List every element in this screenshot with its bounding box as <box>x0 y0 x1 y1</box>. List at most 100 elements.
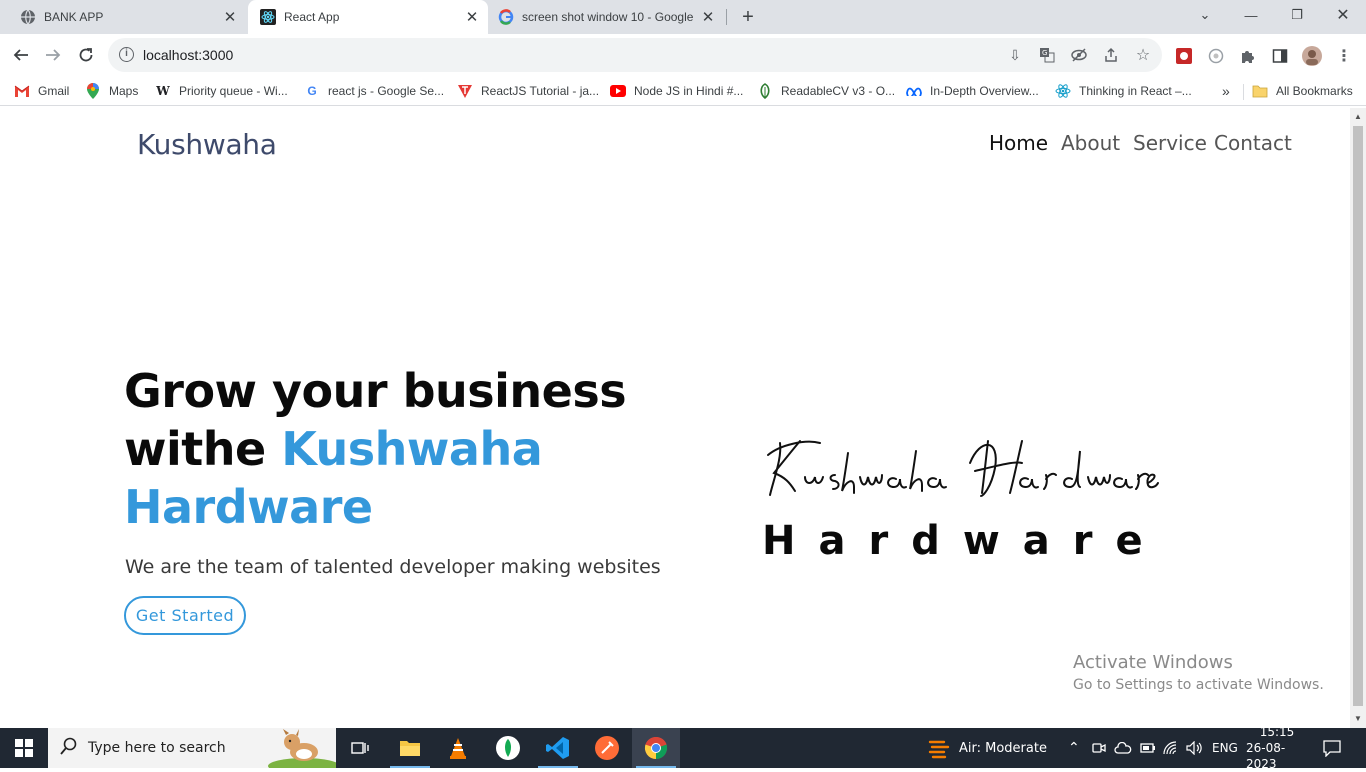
translate-icon[interactable]: G <box>1038 47 1056 63</box>
dog-search-highlight-icon <box>268 729 336 768</box>
search-icon <box>60 737 80 760</box>
minimize-button[interactable]: ― <box>1228 0 1274 30</box>
weather-widget[interactable]: Air: Moderate <box>928 728 1047 768</box>
bookmark-reactjs-tutorial[interactable]: ReactJS Tutorial - ja... <box>457 82 599 100</box>
get-started-button[interactable]: Get Started <box>124 596 246 635</box>
forward-arrow-icon <box>46 49 61 61</box>
install-app-icon[interactable]: ⇩ <box>1006 47 1024 63</box>
taskbar-search-placeholder: Type here to search <box>88 740 226 756</box>
hero-line-1: Grow your business <box>124 364 627 418</box>
start-button[interactable] <box>0 728 48 768</box>
bookmark-label: Gmail <box>38 84 70 98</box>
page-scrollbar[interactable]: ▲ ▼ <box>1350 108 1366 728</box>
back-arrow-icon <box>13 49 28 61</box>
hero-subtitle: We are the team of talented developer ma… <box>125 556 661 578</box>
nav-home[interactable]: Home <box>989 131 1048 155</box>
bookmark-maps[interactable]: Maps <box>85 82 138 100</box>
page-viewport: Kushwaha Home About Service Contact Grow… <box>0 108 1350 728</box>
bookmark-label: ReactJS Tutorial - ja... <box>481 84 600 98</box>
bookmark-in-depth-overview[interactable]: In-Depth Overview... <box>906 82 1039 100</box>
input-language[interactable]: ENG <box>1212 728 1238 768</box>
nav-service[interactable]: Service <box>1133 131 1207 155</box>
bookmark-gmail[interactable]: Gmail <box>14 82 69 100</box>
folder-icon <box>400 741 420 756</box>
bookmark-readablecv[interactable]: ReadableCV v3 - O... <box>757 82 895 100</box>
back-button[interactable] <box>8 42 34 68</box>
tpoint-icon <box>457 83 473 99</box>
react-icon <box>260 9 276 25</box>
clock-date: 26-08-2023 <box>1246 741 1286 771</box>
onedrive-icon[interactable] <box>1114 728 1132 768</box>
bookmark-nodejs-hindi[interactable]: Node JS in Hindi #... <box>610 82 743 100</box>
browser-toolbar: i localhost:3000 ⇩ G ☆ <box>0 34 1366 76</box>
battery-icon[interactable] <box>1140 728 1156 768</box>
extensions-puzzle-icon[interactable] <box>1238 46 1258 66</box>
scrollbar-thumb[interactable] <box>1353 126 1363 706</box>
url-text[interactable]: localhost:3000 <box>143 47 233 63</box>
notification-center-button[interactable] <box>1322 728 1342 768</box>
taskbar-file-explorer[interactable] <box>386 728 434 768</box>
volume-icon[interactable] <box>1186 728 1204 768</box>
close-window-button[interactable]: ✕ <box>1320 0 1366 30</box>
watermark-subtitle: Go to Settings to activate Windows. <box>1073 677 1324 693</box>
chrome-menu-icon[interactable]: ⋮ <box>1334 46 1354 66</box>
more-bookmarks-button[interactable]: » <box>1222 82 1230 100</box>
forward-button[interactable] <box>40 42 66 68</box>
scroll-down-arrow-icon[interactable]: ▼ <box>1353 714 1363 724</box>
close-tab-icon[interactable]: ✕ <box>700 9 716 26</box>
scroll-up-arrow-icon[interactable]: ▲ <box>1353 112 1363 122</box>
tab-search-button[interactable]: ⌄ <box>1182 0 1228 30</box>
taskbar-vlc[interactable] <box>434 728 482 768</box>
taskbar-postman[interactable] <box>583 728 631 768</box>
all-bookmarks-button[interactable]: All Bookmarks <box>1252 82 1353 100</box>
hero-line-2: withe <box>124 422 282 476</box>
eye-off-icon[interactable] <box>1070 47 1088 63</box>
nav-about[interactable]: About <box>1061 131 1120 155</box>
bookmark-thinking-in-react[interactable]: Thinking in React –... <box>1055 82 1192 100</box>
taskbar-chrome[interactable] <box>632 728 680 768</box>
nav-contact[interactable]: Contact <box>1214 131 1292 155</box>
reload-icon <box>79 48 93 62</box>
side-panel-icon[interactable] <box>1270 46 1290 66</box>
taskbar-search-box[interactable]: Type here to search <box>48 728 336 768</box>
show-hidden-icons-button[interactable]: ⌃ <box>1068 728 1080 768</box>
maps-icon <box>85 83 101 99</box>
windows-taskbar: Type here to search Air: Moderate ⌃ ENG … <box>0 725 1366 771</box>
bookmark-google-search[interactable]: G react js - Google Se... <box>304 82 444 100</box>
address-bar[interactable]: i localhost:3000 ⇩ G ☆ <box>108 38 1162 72</box>
bookmark-label: Priority queue - Wi... <box>179 84 288 98</box>
tab-label: screen shot window 10 - Google <box>522 10 694 24</box>
hero-brand-accent: Kushwaha <box>281 422 543 476</box>
extension-red-icon[interactable] <box>1174 46 1194 66</box>
bookmark-label: ReadableCV v3 - O... <box>781 84 896 98</box>
tab-separator <box>726 9 727 25</box>
site-info-icon[interactable]: i <box>119 47 134 62</box>
task-view-button[interactable] <box>336 728 384 768</box>
task-view-icon <box>351 742 369 754</box>
extension-circle-icon[interactable] <box>1206 46 1226 66</box>
gmail-icon <box>14 83 30 99</box>
meet-now-icon[interactable] <box>1092 728 1106 768</box>
tab-google-search[interactable]: screen shot window 10 - Google ✕ <box>488 0 724 34</box>
reload-button[interactable] <box>73 42 99 68</box>
wifi-icon[interactable] <box>1163 728 1179 768</box>
close-tab-icon[interactable]: ✕ <box>464 9 480 26</box>
folder-icon <box>1252 83 1268 99</box>
tab-bank-app[interactable]: BANK APP ✕ <box>0 0 246 34</box>
postman-icon <box>595 736 619 760</box>
restore-button[interactable]: ❐ <box>1274 0 1320 30</box>
share-icon[interactable] <box>1102 47 1120 63</box>
watermark-title: Activate Windows <box>1073 652 1233 673</box>
clock[interactable]: 15:15 26-08-2023 <box>1246 725 1308 771</box>
site-brand[interactable]: Kushwaha <box>137 128 277 161</box>
new-tab-button[interactable]: + <box>738 7 758 27</box>
bookmark-wikipedia[interactable]: W Priority queue - Wi... <box>155 82 288 100</box>
bookmark-star-icon[interactable]: ☆ <box>1134 47 1152 64</box>
mongodb-leaf-icon <box>496 736 520 760</box>
profile-avatar[interactable] <box>1302 46 1322 66</box>
taskbar-mongodb-compass[interactable] <box>484 728 532 768</box>
taskbar-vscode[interactable] <box>534 728 582 768</box>
close-tab-icon[interactable]: ✕ <box>222 9 238 26</box>
tab-label: React App <box>284 10 340 24</box>
tab-react-app[interactable]: React App ✕ <box>248 0 488 34</box>
